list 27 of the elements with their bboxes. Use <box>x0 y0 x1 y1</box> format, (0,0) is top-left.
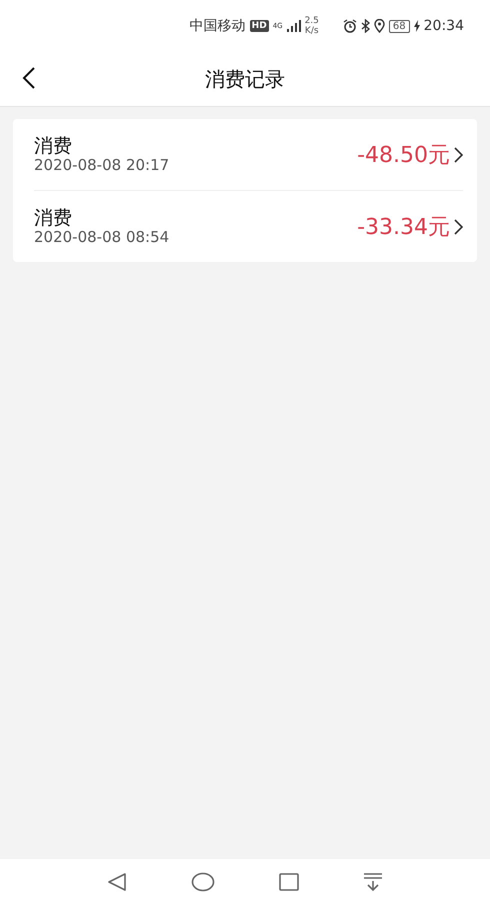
record-amount: -48.50元 <box>357 142 450 170</box>
chevron-icon <box>454 218 463 234</box>
speed-value: 2.5 <box>304 16 319 26</box>
hd-badge: HD <box>250 20 269 32</box>
alarm-icon <box>342 19 357 33</box>
speed-unit: K/s <box>304 26 319 36</box>
location-icon <box>374 19 385 33</box>
record-row[interactable]: 消费 2020-08-08 08:54 -33.34元 <box>34 190 463 262</box>
record-datetime: 2020-08-08 20:17 <box>34 157 170 174</box>
record-datetime: 2020-08-08 08:54 <box>34 229 170 246</box>
chevron-icon <box>454 146 463 162</box>
record-amount: -33.34元 <box>357 214 450 242</box>
notification-pull-icon[interactable] <box>363 873 383 891</box>
carrier-name: 中国移动 <box>190 17 246 35</box>
recents-nav-icon[interactable] <box>279 873 299 891</box>
record-row[interactable]: 消费 2020-08-08 20:17 -48.50元 <box>34 119 463 190</box>
record-title: 消费 <box>34 135 73 157</box>
charging-icon <box>414 20 420 32</box>
back-icon[interactable] <box>22 67 36 89</box>
record-title: 消费 <box>34 207 73 229</box>
home-nav-icon[interactable] <box>191 872 215 892</box>
bluetooth-icon <box>360 19 370 33</box>
page-title: 消费记录 <box>205 66 285 92</box>
clock-time: 20:34 <box>424 18 464 34</box>
back-nav-icon[interactable] <box>107 872 127 892</box>
signal-icon <box>286 20 301 32</box>
battery-level: 68 <box>388 20 410 32</box>
